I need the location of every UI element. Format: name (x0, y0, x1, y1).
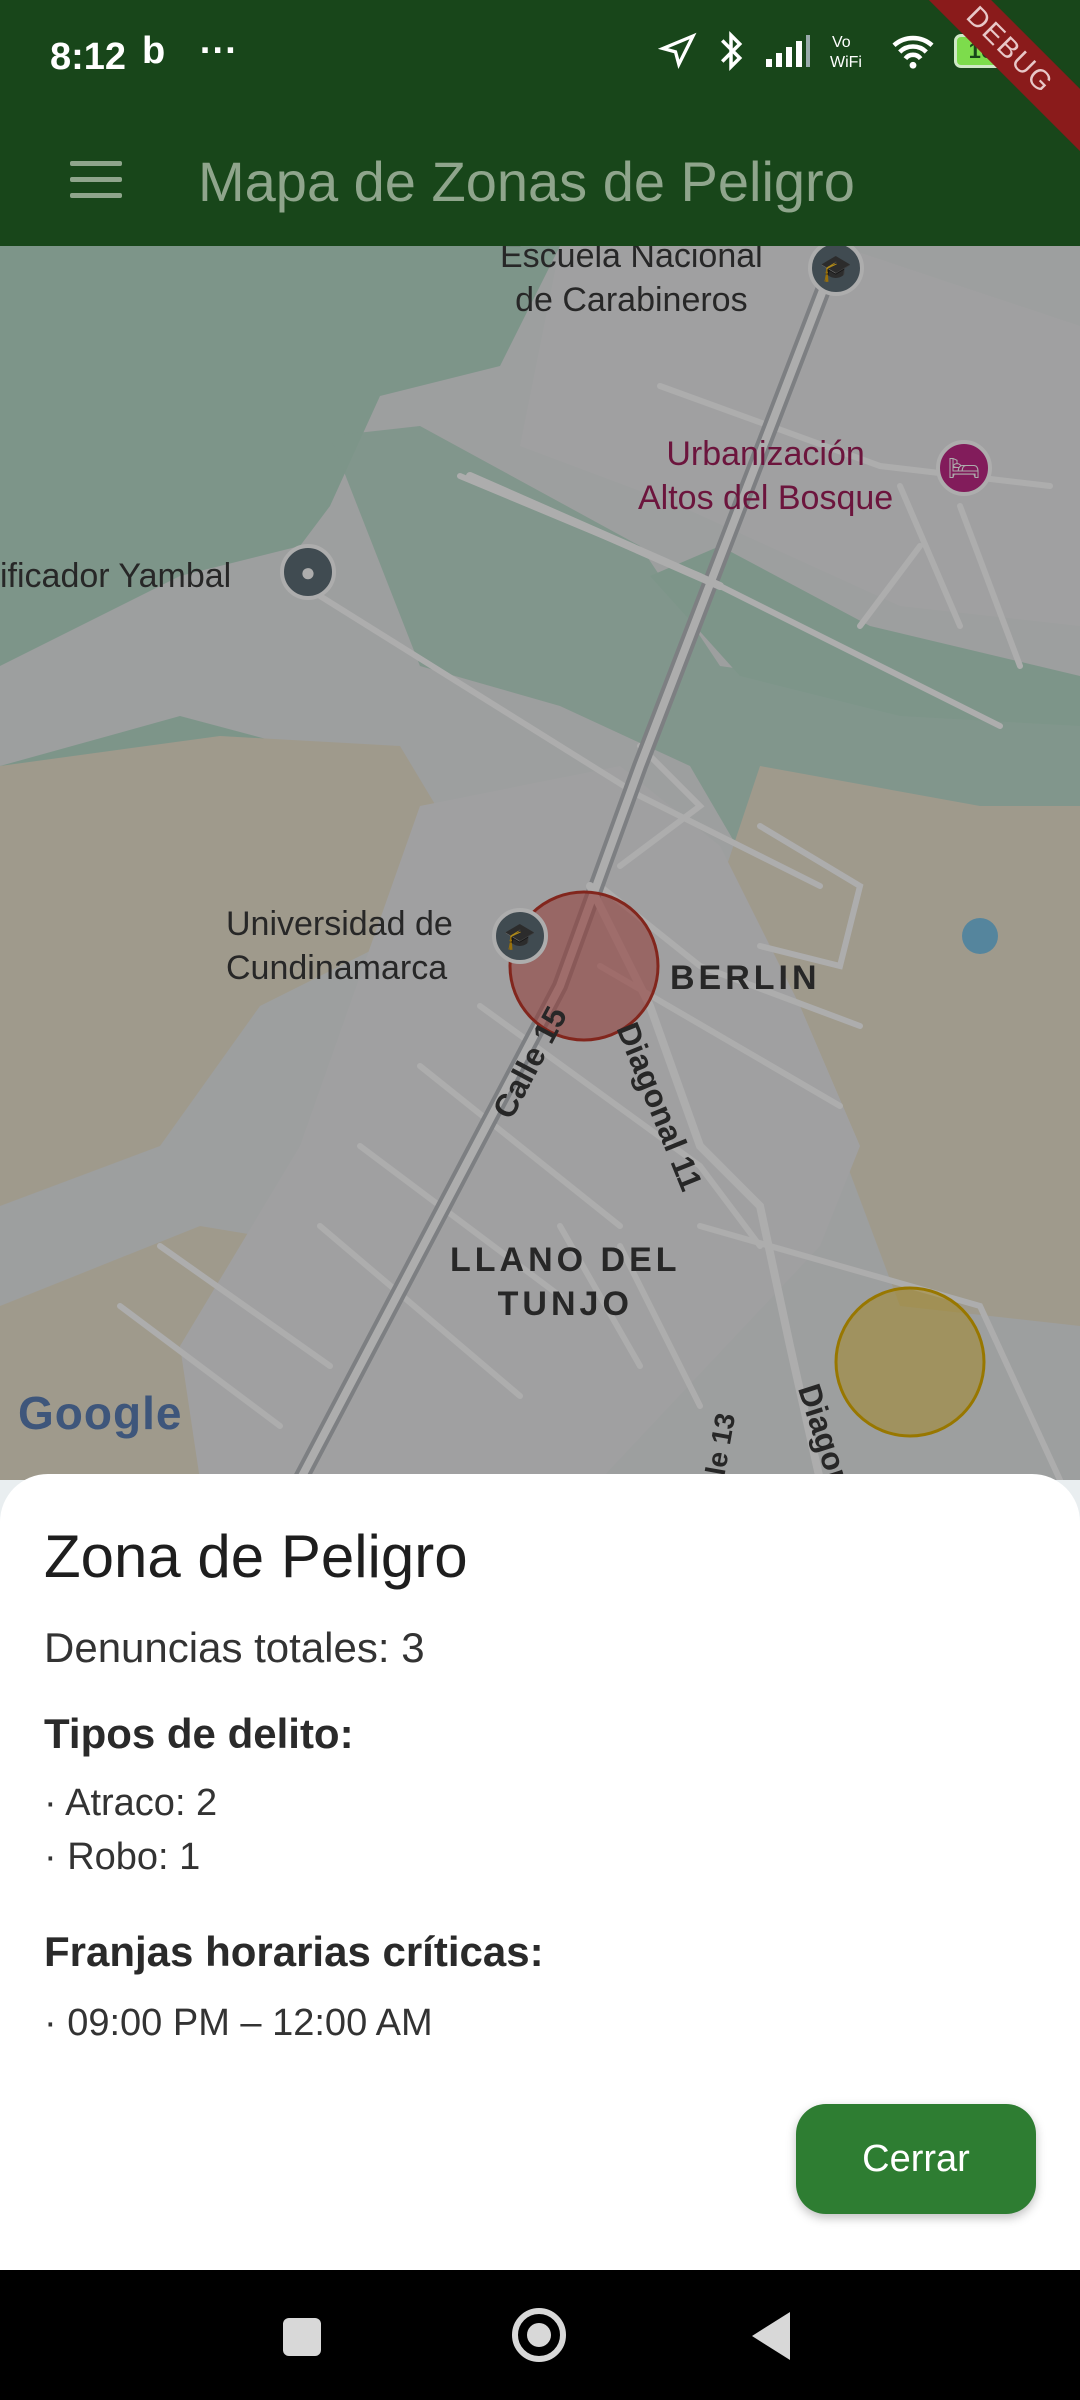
crime-types-heading: Tipos de delito: (44, 1710, 354, 1757)
close-button[interactable]: Cerrar (796, 2104, 1036, 2214)
modal-scrim[interactable] (0, 246, 1080, 1480)
home-button[interactable] (512, 2308, 566, 2362)
vowifi-icon: Vo WiFi (830, 34, 862, 71)
bluetooth-icon (721, 31, 743, 71)
location-icon (658, 32, 697, 70)
system-nav-bar (0, 2270, 1080, 2400)
page-title: Mapa de Zonas de Peligro (198, 150, 855, 213)
wifi-icon (892, 35, 934, 69)
sheet-title: Zona de Peligro (44, 1523, 468, 1590)
critical-hour-item: · 09:00 PM – 12:00 AM (44, 2002, 433, 2044)
bing-icon: b (142, 30, 166, 72)
status-time: 8:12 (50, 36, 127, 78)
menu-button[interactable] (70, 150, 150, 220)
critical-hours-heading: Franjas horarias críticas: (44, 1928, 544, 1975)
screen: 8:12 b ··· VoWiFi 100 DEBUG Mapa de Zona… (0, 0, 1080, 2400)
menu-icon-line (70, 177, 122, 182)
svg-text:Vo: Vo (832, 34, 851, 51)
menu-icon-line (70, 161, 122, 166)
back-button[interactable] (752, 2312, 790, 2360)
total-reports: Denuncias totales: 3 (44, 1624, 425, 1671)
crime-type-item: · Atraco: 2 (44, 1782, 218, 1824)
status-notification-icons: b ··· (142, 30, 262, 73)
status-bar: 8:12 b ··· VoWiFi 100 (0, 0, 1080, 120)
crime-type-item: · Robo: 1 (44, 1836, 201, 1878)
map-view[interactable]: Escuela Nacional de Carabineros 🎓 Urbaniz… (0, 246, 1080, 1480)
svg-text:WiFi: WiFi (830, 54, 862, 71)
menu-icon-line (70, 193, 122, 198)
recent-apps-button[interactable] (283, 2318, 321, 2356)
app-bar: Mapa de Zonas de Peligro (0, 120, 1080, 246)
signal-icon (766, 35, 810, 67)
more-notifications-icon: ··· (199, 30, 238, 72)
danger-zone-sheet: Zona de Peligro Denuncias totales: 3 Tip… (0, 1474, 1080, 2270)
